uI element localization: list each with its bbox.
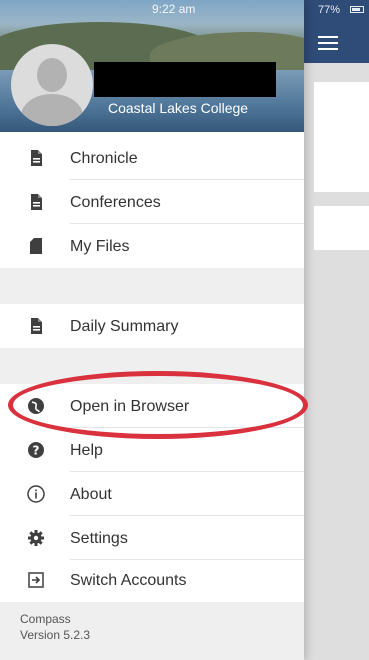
menu-item-label: Conferences: [70, 194, 161, 211]
menu-item-settings[interactable]: Settings: [0, 516, 304, 560]
document-icon: [26, 316, 46, 336]
document-icon: [26, 148, 46, 168]
app-top-bar: 77%: [304, 0, 369, 63]
app-version: Version 5.2.3: [20, 628, 91, 642]
menu-item-label: Chronicle: [70, 150, 138, 167]
drawer-footer: Compass Version 5.2.3: [0, 602, 304, 660]
menu-item-switch-accounts[interactable]: Switch Accounts: [0, 558, 304, 602]
app-name: Compass: [20, 612, 71, 626]
menu-item-label: Settings: [70, 530, 128, 547]
menu-item-label: Switch Accounts: [70, 572, 187, 589]
battery-icon: [350, 6, 364, 13]
svg-text:?: ?: [33, 444, 40, 458]
highlight-annotation: [8, 371, 308, 439]
menu-item-label: About: [70, 486, 112, 503]
info-icon: [26, 484, 46, 504]
battery-percent: 77%: [318, 4, 341, 16]
redacted-user-name: [94, 62, 276, 97]
navigation-drawer: 9:22 am Coastal Lakes College Chronicle …: [0, 0, 308, 660]
hamburger-menu-icon[interactable]: [318, 36, 338, 50]
help-circle-icon: ?: [26, 440, 46, 460]
status-time: 9:22 am: [152, 2, 196, 16]
gear-icon: [26, 528, 46, 548]
menu-item-daily-summary[interactable]: Daily Summary: [0, 304, 304, 348]
menu-item-chronicle[interactable]: Chronicle: [0, 136, 304, 180]
drawer-header: 9:22 am Coastal Lakes College: [0, 0, 304, 132]
menu-item-label: Help: [70, 442, 103, 459]
content-card: [314, 206, 369, 250]
sd-card-icon: [26, 236, 46, 256]
avatar[interactable]: [11, 44, 93, 126]
document-icon: [26, 192, 46, 212]
menu-item-my-files[interactable]: My Files: [0, 224, 304, 268]
background-app: 77%: [304, 0, 369, 660]
menu-item-label: Daily Summary: [70, 318, 179, 335]
switch-account-icon: [26, 570, 46, 590]
menu-item-label: My Files: [70, 238, 130, 255]
content-card: [314, 82, 369, 192]
menu-item-about[interactable]: About: [0, 472, 304, 516]
menu-item-conferences[interactable]: Conferences: [0, 180, 304, 224]
section-separator: [0, 268, 304, 304]
college-name: Coastal Lakes College: [108, 100, 249, 116]
